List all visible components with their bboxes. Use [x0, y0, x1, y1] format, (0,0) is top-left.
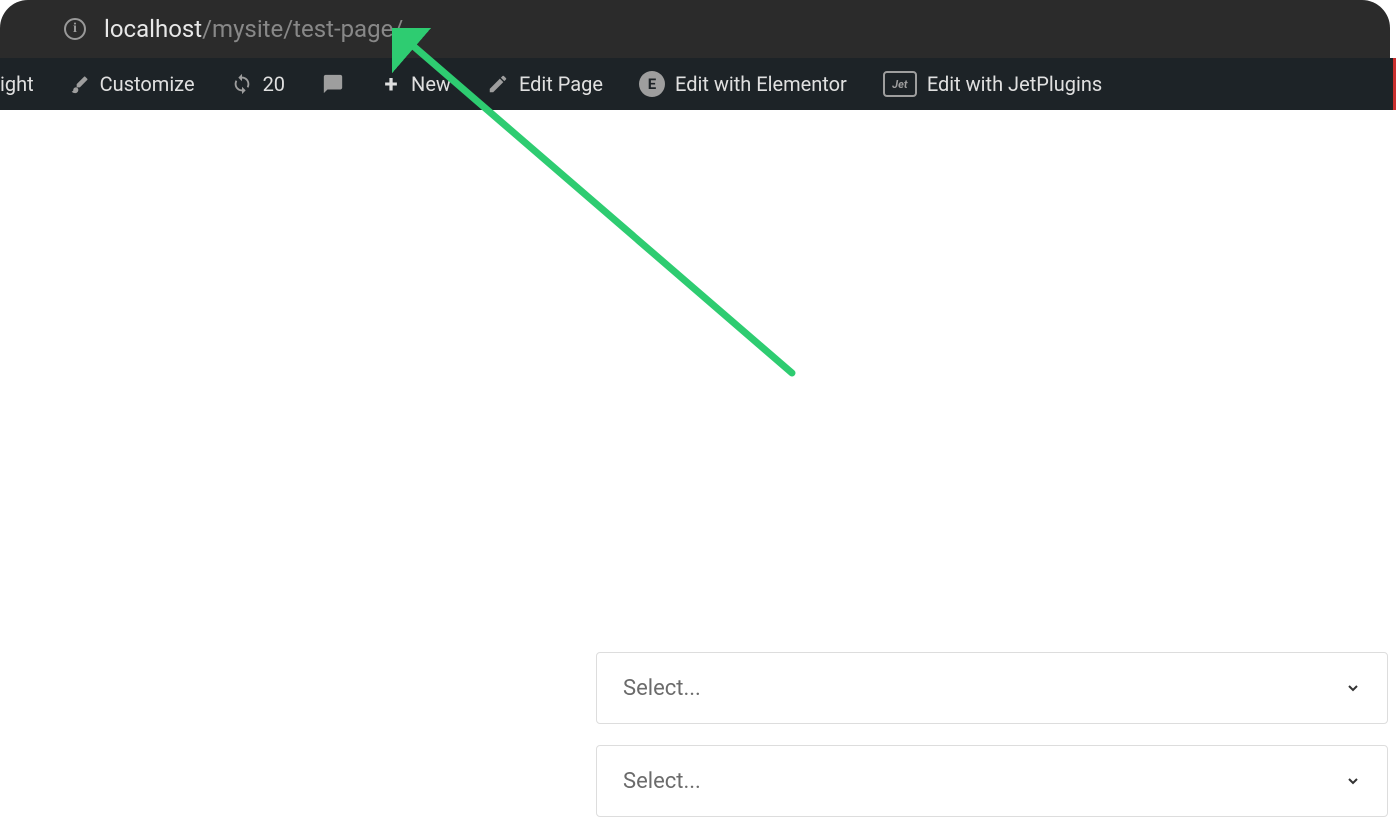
- edit-page-button[interactable]: Edit Page: [469, 58, 621, 110]
- edit-jetplugins-button[interactable]: Jet Edit with JetPlugins: [865, 58, 1120, 110]
- updates-button[interactable]: 20: [213, 58, 303, 110]
- wp-admin-bar: ight Customize 20 + New Edit Page E Edit…: [0, 58, 1396, 110]
- select-box[interactable]: Select...: [596, 652, 1388, 724]
- refresh-icon: [231, 73, 253, 95]
- select-placeholder: Select...: [623, 769, 701, 794]
- new-label: New: [411, 72, 451, 96]
- chevron-down-icon: [1345, 773, 1361, 789]
- info-icon[interactable]: i: [64, 18, 86, 40]
- select-box[interactable]: Select...: [596, 745, 1388, 817]
- edit-page-label: Edit Page: [519, 72, 603, 96]
- admin-item-partial[interactable]: ight: [0, 58, 52, 110]
- edit-elementor-label: Edit with Elementor: [675, 72, 847, 96]
- select-dropdown-1[interactable]: Select...: [596, 652, 1388, 724]
- plus-icon: +: [381, 74, 401, 94]
- select-placeholder: Select...: [623, 676, 701, 701]
- brush-icon: [70, 74, 90, 94]
- elementor-icon: E: [639, 71, 665, 97]
- edit-elementor-button[interactable]: E Edit with Elementor: [621, 58, 865, 110]
- comments-button[interactable]: [303, 58, 363, 110]
- jet-icon: Jet: [883, 71, 917, 97]
- comment-icon: [321, 73, 345, 95]
- chevron-down-icon: [1345, 680, 1361, 696]
- url-path: /mysite/test-page/: [202, 15, 403, 43]
- partial-label: ight: [0, 72, 34, 96]
- pencil-icon: [487, 73, 509, 95]
- url-host: localhost: [104, 15, 202, 43]
- browser-address-bar: i localhost/mysite/test-page/: [0, 0, 1390, 58]
- edit-jetplugins-label: Edit with JetPlugins: [927, 72, 1102, 96]
- new-button[interactable]: + New: [363, 58, 469, 110]
- customize-label: Customize: [100, 72, 195, 96]
- url-container[interactable]: i localhost/mysite/test-page/: [64, 15, 403, 43]
- updates-count: 20: [263, 72, 285, 96]
- customize-button[interactable]: Customize: [52, 58, 213, 110]
- url-text[interactable]: localhost/mysite/test-page/: [104, 15, 403, 43]
- select-dropdown-2[interactable]: Select...: [596, 745, 1388, 817]
